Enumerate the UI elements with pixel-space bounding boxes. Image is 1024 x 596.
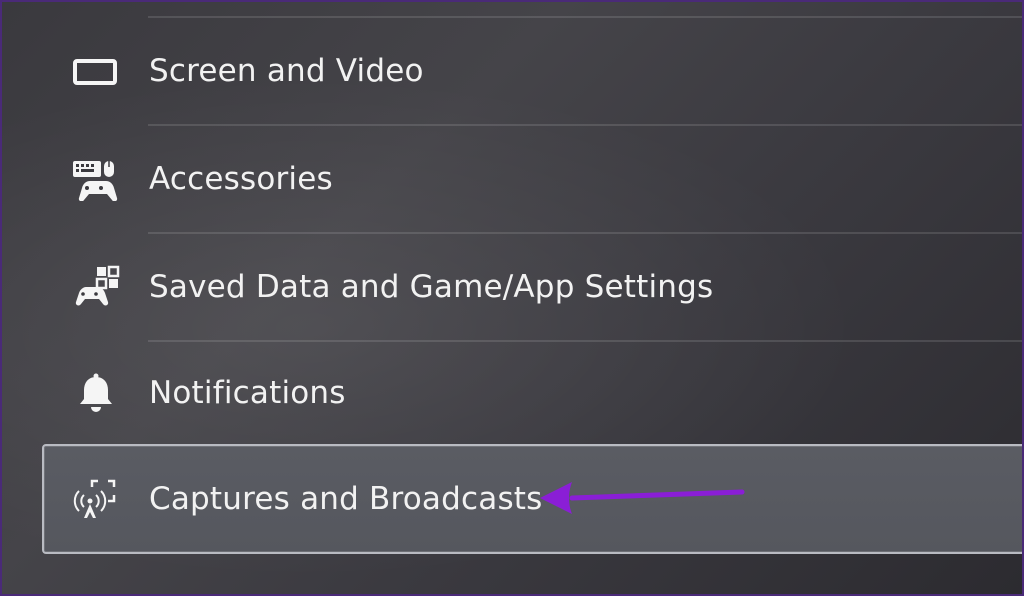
screen-icon [70, 49, 122, 93]
bell-icon [70, 371, 122, 415]
settings-screen: Screen and Video Accessories Saved Data … [0, 0, 1024, 596]
menu-item-screen-and-video[interactable]: Screen and Video [42, 18, 1022, 124]
menu-item-notifications[interactable]: Notifications [42, 340, 1022, 446]
menu-item-label: Saved Data and Game/App Settings [149, 269, 714, 305]
broadcast-icon [70, 477, 122, 521]
menu-item-label: Accessories [149, 161, 333, 197]
accessories-icon [70, 157, 122, 201]
menu-item-label: Captures and Broadcasts [149, 481, 543, 517]
saved-data-icon [70, 265, 122, 309]
menu-item-accessories[interactable]: Accessories [42, 126, 1022, 232]
menu-item-label: Notifications [149, 375, 346, 411]
menu-item-saved-data[interactable]: Saved Data and Game/App Settings [42, 234, 1022, 340]
menu-item-label: Screen and Video [149, 53, 424, 89]
annotation-arrow [540, 482, 745, 514]
